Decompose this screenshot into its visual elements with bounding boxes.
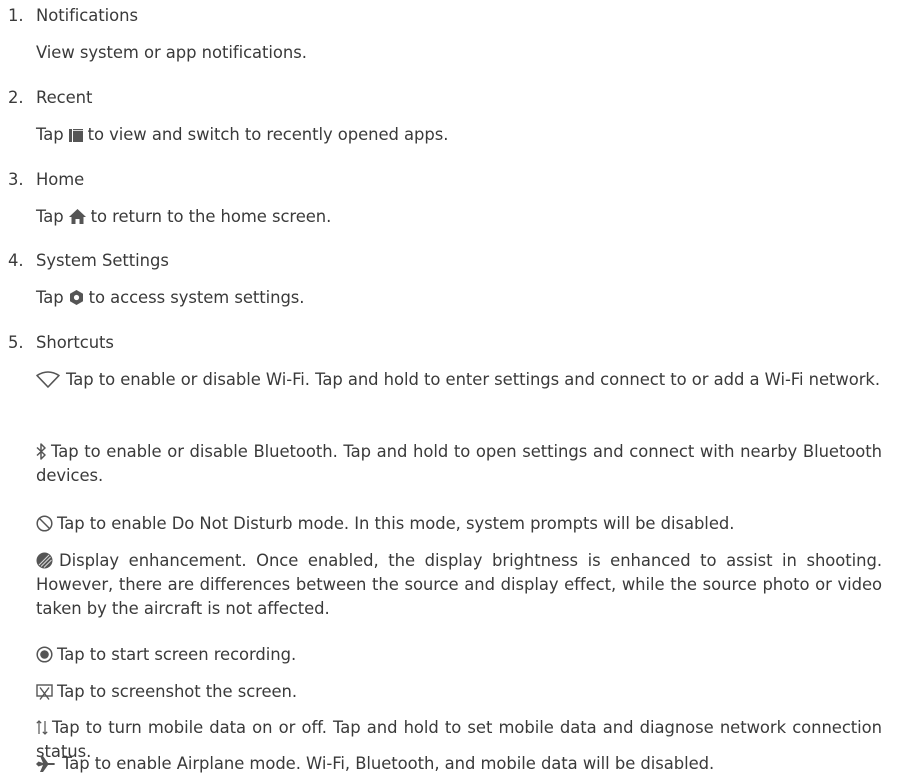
item-title: Recent <box>36 88 93 107</box>
item-title: Notifications <box>36 6 138 25</box>
home-icon <box>68 209 86 224</box>
shortcut-text: Tap to start screen recording. <box>57 645 297 664</box>
desc-recent: Tap to view and switch to recently opene… <box>36 123 882 147</box>
desc-prefix: Tap <box>36 207 64 226</box>
item-number: 3. <box>8 170 24 189</box>
do-not-disturb-icon <box>36 515 53 532</box>
wifi-icon <box>36 371 60 388</box>
shortcut-text: Display enhancement. Once enabled, the d… <box>36 551 882 618</box>
shortcut-screen-record: Tap to start screen recording. <box>36 643 882 667</box>
shortcut-text: Tap to enable Airplane mode. Wi-Fi, Blue… <box>62 754 715 773</box>
desc-prefix: Tap <box>36 288 64 307</box>
heading-recent: 2. Recent <box>8 86 92 110</box>
item-title: Shortcuts <box>36 333 114 352</box>
desc-home: Tap to return to the home screen. <box>36 205 882 229</box>
heading-system-settings: 4. System Settings <box>8 249 169 273</box>
airplane-icon <box>36 756 56 772</box>
desc-suffix: to view and switch to recently opened ap… <box>87 125 449 144</box>
mobile-data-icon <box>36 719 48 736</box>
settings-icon <box>69 290 84 305</box>
heading-notifications: 1. Notifications <box>8 4 138 28</box>
shortcut-text: Tap to screenshot the screen. <box>57 682 298 701</box>
shortcut-screenshot: Tap to screenshot the screen. <box>36 680 882 704</box>
shortcut-display-enhancement: Display enhancement. Once enabled, the d… <box>36 549 882 621</box>
item-number: 2. <box>8 88 24 107</box>
desc-prefix: Tap <box>36 125 64 144</box>
shortcut-airplane: Tap to enable Airplane mode. Wi-Fi, Blue… <box>36 752 882 776</box>
bluetooth-icon <box>36 443 47 460</box>
item-title: System Settings <box>36 251 169 270</box>
item-number: 4. <box>8 251 24 270</box>
shortcut-text: Tap to enable or disable Bluetooth. Tap … <box>36 442 882 485</box>
document: 1. Notifications View system or app notif… <box>0 0 910 773</box>
display-enhancement-icon <box>36 552 53 569</box>
desc-notifications: View system or app notifications. <box>36 41 882 65</box>
item-number: 5. <box>8 333 24 352</box>
item-title: Home <box>36 170 85 189</box>
heading-shortcuts: 5. Shortcuts <box>8 331 114 355</box>
shortcut-text: Tap to enable Do Not Disturb mode. In th… <box>57 514 735 533</box>
item-number: 1. <box>8 6 24 25</box>
shortcut-bluetooth: Tap to enable or disable Bluetooth. Tap … <box>36 440 882 488</box>
desc-suffix: to return to the home screen. <box>90 207 332 226</box>
heading-home: 3. Home <box>8 168 84 192</box>
shortcut-wifi: Tap to enable or disable Wi-Fi. Tap and … <box>36 368 882 392</box>
recent-apps-icon <box>68 129 83 142</box>
screenshot-icon <box>36 684 53 700</box>
item-desc: View system or app notifications. <box>36 43 307 62</box>
screen-record-icon <box>36 646 53 663</box>
shortcut-do-not-disturb: Tap to enable Do Not Disturb mode. In th… <box>36 512 882 536</box>
desc-suffix: to access system settings. <box>88 288 305 307</box>
shortcut-text: Tap to enable or disable Wi-Fi. Tap and … <box>66 370 881 389</box>
desc-system-settings: Tap to access system settings. <box>36 286 882 310</box>
